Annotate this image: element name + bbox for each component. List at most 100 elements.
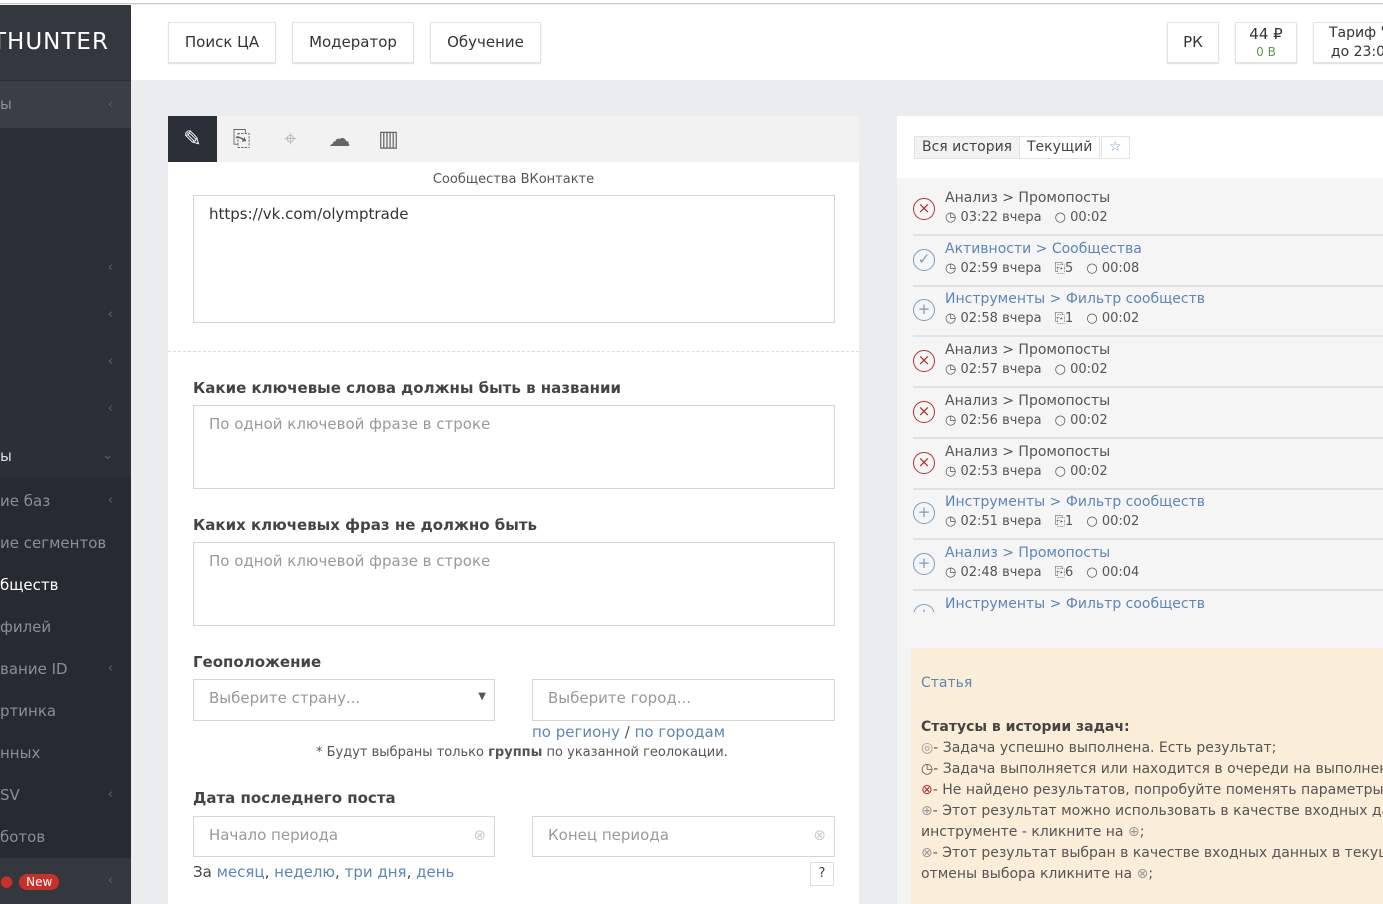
history-item-title[interactable]: Активности > Сообщества [945, 241, 1142, 257]
help-button[interactable]: ? [810, 862, 834, 886]
book-icon[interactable]: ▥ [364, 116, 413, 162]
chevron-down-icon: ⌄ [102, 448, 113, 463]
history-item[interactable]: × Анализ > Промопосты ◷ 02:53 вчера ○ 00:02 [913, 440, 1383, 490]
history-item[interactable]: × Анализ > Промопосты ◷ 03:22 вчера ○ 00:02 [913, 186, 1383, 236]
country-placeholder: Выберите страну... [209, 689, 361, 707]
history-item-title[interactable]: Инструменты > Фильтр сообществ [945, 291, 1205, 307]
sidebar-subitem[interactable]: нных [0, 732, 131, 774]
help-line: - Этот результат выбран в качестве входн… [932, 845, 1383, 861]
history-header: Вся история Текущий ☆ [897, 116, 1383, 178]
history-item-meta: ◷ 02:59 вчера ⎘5 ○ 00:08 [945, 261, 1152, 276]
current-button[interactable]: Текущий [1019, 136, 1101, 159]
sidebar-item[interactable]: ‹ [0, 341, 131, 383]
clear-icon[interactable]: ⊗ [473, 826, 486, 844]
training-button[interactable]: Обучение [430, 22, 541, 63]
period-month-link[interactable]: месяц [217, 863, 265, 881]
tariff-name: Тариф " [1329, 25, 1383, 41]
sidebar-item-expanded[interactable]: ы ⌄ [0, 435, 131, 477]
sidebar-item-label: нных [0, 744, 41, 762]
geo-label: Геоположение [193, 653, 322, 671]
history-item-duration: 00:02 [1070, 463, 1108, 479]
clock-icon: ◷ [945, 514, 961, 530]
map-pin-icon[interactable]: ⌖ [266, 116, 315, 162]
x-circle-icon: × [913, 198, 935, 220]
period-week-link[interactable]: неделю [274, 863, 335, 881]
sidebar-item[interactable]: ‹ [0, 388, 131, 430]
clock-icon: ◷ [945, 564, 961, 580]
history-item-title[interactable]: Инструменты > Фильтр сообществ [945, 596, 1205, 612]
history-item-duration: 00:02 [1070, 412, 1108, 428]
rk-button[interactable]: РК [1167, 22, 1219, 63]
history-item[interactable]: + Инструменты > Фильтр сообществ ◷ 02:58 в… [913, 287, 1383, 338]
plus-circle-icon[interactable]: + [913, 299, 935, 322]
start-date-input[interactable]: Начало периода ⊗ [193, 816, 495, 857]
history-item-meta: ◷ 02:57 вчера ○ 00:02 [945, 362, 1121, 377]
logo: THUNTER [0, 5, 131, 80]
history-item-count: 1 [1065, 514, 1074, 530]
source-textarea[interactable]: https://vk.com/olymptrade [193, 195, 835, 323]
sidebar-subitem[interactable]: ие сегментов [0, 522, 131, 564]
copy-files-icon[interactable]: ⎘ [217, 116, 266, 162]
history-item-meta: ◷ 02:56 вчера ○ 00:02 [945, 413, 1121, 428]
clear-icon[interactable]: ⊗ [813, 826, 826, 844]
sidebar-item[interactable]: ‹ [0, 247, 131, 289]
tariff-button[interactable]: Тариф " до 23:0 [1313, 22, 1383, 63]
history-item[interactable]: + Анализ > Промопосты ◷ 02:48 вчера ⎘6 ○ 00:… [913, 541, 1383, 591]
city-input[interactable]: Выберите город... [532, 679, 835, 721]
end-date-input[interactable]: Конец периода ⊗ [532, 816, 835, 857]
sidebar-subitem[interactable]: ртинка [0, 690, 131, 732]
sidebar-item-new[interactable]: ● New ‹ [0, 858, 131, 904]
country-select[interactable]: Выберите страну... ▼ [193, 679, 495, 721]
plus-circle-icon[interactable]: + [913, 552, 935, 575]
sidebar-subitem[interactable]: филей [0, 606, 131, 648]
sidebar-subitem[interactable]: SV ‹ [0, 774, 131, 816]
sidebar-item-label: бществ [0, 576, 59, 594]
history-item[interactable]: + Инструменты > Фильтр сообществ ◷ 02:51 в… [913, 490, 1383, 541]
sidebar-item[interactable]: ы ‹ [0, 81, 131, 128]
sidebar-subitem[interactable]: ие баз ‹ [0, 480, 131, 522]
by-region-link[interactable]: по региону [532, 723, 620, 741]
help-line: отмены выбора кликните на [921, 866, 1133, 882]
history-item-duration: 00:02 [1070, 362, 1108, 378]
help-line: - Задача выполняется или находится в оче… [933, 761, 1383, 777]
period-three-days-link[interactable]: три дня [345, 863, 407, 881]
by-cities-link[interactable]: по городам [635, 723, 725, 741]
sidebar-item[interactable]: ‹ [0, 294, 131, 336]
plus-circle-icon: ⊕ [1127, 824, 1140, 840]
history-item-meta: ◷ 03:22 вчера ○ 00:02 [945, 210, 1121, 225]
clock-icon: ◷ [945, 210, 961, 225]
moderator-button[interactable]: Модератор [292, 22, 414, 63]
sidebar-subitem-active[interactable]: бществ [0, 564, 131, 606]
search-audience-button[interactable]: Поиск ЦА [168, 22, 276, 63]
chevron-left-icon: ‹ [107, 97, 113, 112]
divider [168, 351, 859, 352]
plus-circle-icon[interactable]: + [913, 502, 935, 525]
history-item[interactable]: + Инструменты > Фильтр сообществ [913, 592, 1383, 612]
keywords-textarea[interactable]: По одной ключевой фразе в строке [193, 405, 835, 489]
x-circle-icon: ⊗ [921, 782, 933, 798]
sidebar-subitem[interactable]: ботов [0, 816, 131, 858]
history-item[interactable]: ✓ Активности > Сообщества ◷ 02:59 вчера ⎘5 ○… [913, 237, 1383, 287]
article-link[interactable]: Статья [921, 675, 1373, 691]
cloud-upload-icon[interactable]: ☁ [315, 116, 364, 162]
balance-button[interactable]: 44 ₽ 0 В [1235, 22, 1297, 63]
history-item[interactable]: × Анализ > Промопосты ◷ 02:57 вчера ○ 00:02 [913, 338, 1383, 389]
history-item[interactable]: × Анализ > Промопосты ◷ 02:56 вчера ○ 00:02 [913, 389, 1383, 439]
sidebar-item-label: ы [0, 447, 12, 465]
period-day-link[interactable]: день [416, 863, 454, 881]
star-icon[interactable]: ☆ [1101, 136, 1130, 159]
exclude-textarea[interactable]: По одной ключевой фразе в строке [193, 542, 835, 626]
sidebar-subitem[interactable]: вание ID ‹ [0, 648, 131, 690]
sidebar-item-label: ы [0, 95, 12, 113]
dot-icon: ● [0, 872, 14, 890]
x-circle-icon: × [913, 350, 935, 373]
x-circle-icon: × [913, 400, 935, 423]
history-item-title[interactable]: Инструменты > Фильтр сообществ [945, 494, 1205, 510]
chevron-left-icon: ‹ [107, 493, 113, 508]
all-history-button[interactable]: Вся история [914, 136, 1021, 159]
plus-circle-icon[interactable]: + [913, 603, 935, 612]
chevron-left-icon: ‹ [107, 260, 113, 275]
edit-icon[interactable]: ✎ [168, 116, 217, 162]
history-item-title[interactable]: Анализ > Промопосты [945, 545, 1110, 561]
balance-value: 44 ₽ [1249, 25, 1283, 43]
